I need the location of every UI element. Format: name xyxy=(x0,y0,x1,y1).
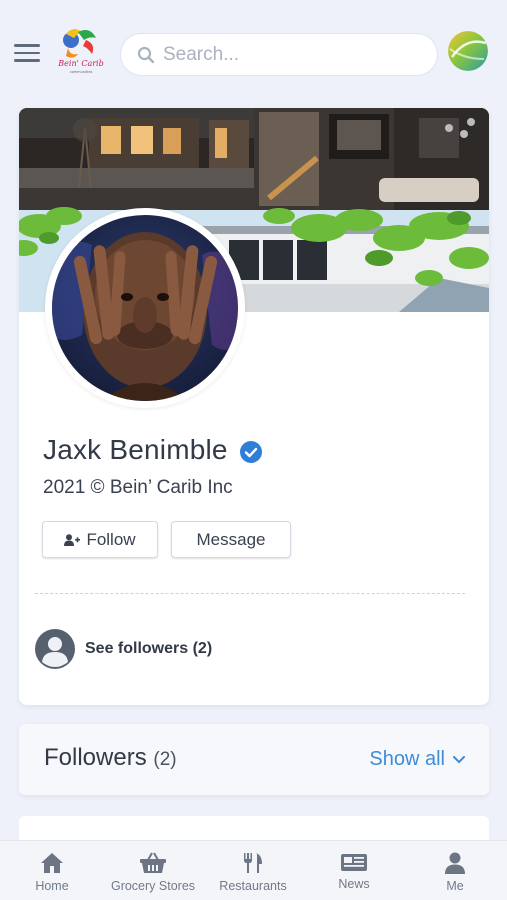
nav-grocery-label: Grocery Stores xyxy=(110,879,196,893)
show-all-button[interactable]: Show all xyxy=(369,748,465,771)
profile-subtitle: 2021 © Bein’ Carib Inc xyxy=(43,477,233,498)
follow-button[interactable]: Follow xyxy=(42,521,158,558)
user-circle-icon xyxy=(35,629,75,669)
nav-me-label: Me xyxy=(446,879,464,893)
search-input[interactable] xyxy=(163,43,423,66)
follow-label: Follow xyxy=(86,529,136,549)
svg-text:communities: communities xyxy=(70,70,93,74)
search-bar[interactable] xyxy=(120,33,438,76)
nav-home-label: Home xyxy=(35,879,69,893)
verified-badge-icon xyxy=(239,441,262,463)
home-icon xyxy=(41,853,63,873)
add-user-icon xyxy=(64,533,81,546)
top-bar: Bein' Carib communities xyxy=(0,0,507,100)
bottom-navigation: Home Grocery Stores Restaurants News Me xyxy=(0,840,507,900)
nav-news[interactable]: News xyxy=(325,841,383,900)
profile-card: Jaxk Benimble 2021 © Bein’ Carib Inc Fol… xyxy=(19,108,489,705)
app-logo[interactable]: Bein' Carib communities xyxy=(56,26,106,76)
nav-home[interactable]: Home xyxy=(22,841,82,900)
fork-knife-icon xyxy=(244,853,262,873)
nav-restaurants-label: Restaurants xyxy=(219,879,287,893)
chevron-down-icon xyxy=(453,755,465,763)
followers-title: Followers xyxy=(44,744,147,771)
section-divider xyxy=(35,593,465,594)
nav-me[interactable]: Me xyxy=(427,841,483,900)
nav-grocery-stores[interactable]: Grocery Stores xyxy=(104,841,202,900)
newspaper-icon xyxy=(341,854,367,871)
profile-name: Jaxk Benimble xyxy=(43,434,228,465)
see-followers-label: See followers (2) xyxy=(85,640,213,657)
see-followers-link[interactable]: See followers (2) xyxy=(35,629,212,669)
hamburger-menu-icon[interactable] xyxy=(14,44,40,64)
person-icon xyxy=(445,852,465,874)
svg-text:Bein' Carib: Bein' Carib xyxy=(57,59,103,68)
followers-count: (2) xyxy=(153,749,177,770)
followers-heading: Followers (2) xyxy=(44,744,177,772)
show-all-label: Show all xyxy=(369,748,445,770)
profile-avatar[interactable] xyxy=(45,208,245,408)
profile-name-row: Jaxk Benimble xyxy=(43,434,262,466)
followers-section: Followers (2) Show all xyxy=(19,724,489,795)
nav-news-label: News xyxy=(338,877,370,891)
nav-restaurants[interactable]: Restaurants xyxy=(213,841,293,900)
message-button[interactable]: Message xyxy=(171,521,291,558)
basket-icon xyxy=(140,852,166,873)
search-icon xyxy=(137,46,155,63)
message-label: Message xyxy=(196,529,266,549)
user-avatar[interactable] xyxy=(448,31,488,71)
